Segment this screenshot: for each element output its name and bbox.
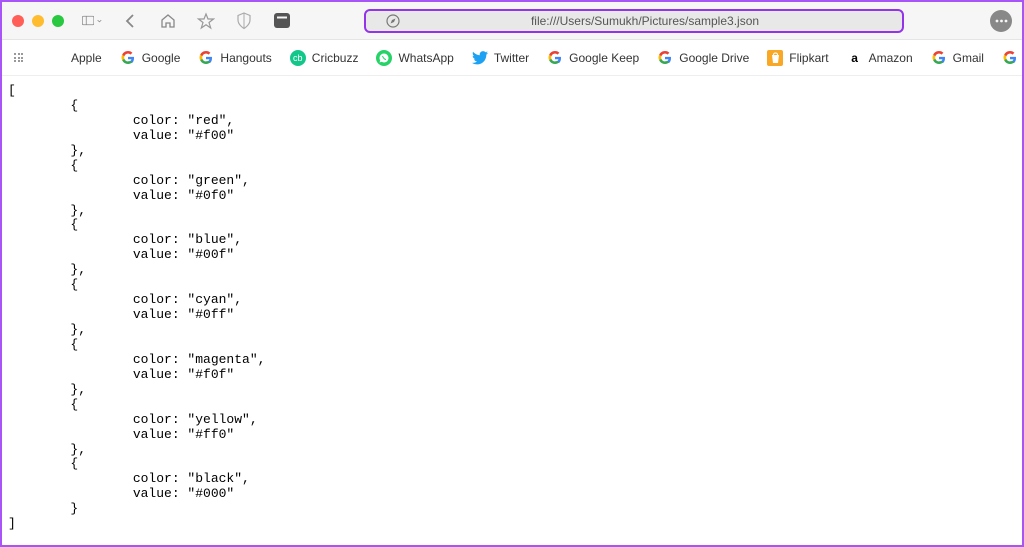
maximize-window-button[interactable]: [52, 15, 64, 27]
cricbuzz-icon: cb: [290, 50, 306, 66]
close-window-button[interactable]: [12, 15, 24, 27]
window-controls: [12, 15, 64, 27]
bookmark-google-keep[interactable]: Google Keep: [547, 50, 639, 66]
google-icon: [931, 50, 947, 66]
google-icon: [547, 50, 563, 66]
amazon-icon: a: [847, 50, 863, 66]
sidebar-toggle-icon[interactable]: [82, 11, 102, 31]
bookmark-google[interactable]: Google: [120, 50, 181, 66]
bookmark-apple[interactable]: Apple: [49, 50, 102, 66]
back-button-icon[interactable]: [120, 11, 140, 31]
apple-icon: [49, 50, 65, 66]
shield-icon[interactable]: [234, 11, 254, 31]
bookmark-label: WhatsApp: [398, 51, 453, 65]
compass-icon: [386, 14, 400, 28]
home-icon[interactable]: [158, 11, 178, 31]
flipkart-icon: [767, 50, 783, 66]
address-bar-container: file:///Users/Sumukh/Pictures/sample3.js…: [292, 9, 976, 33]
tab-overview-icon[interactable]: [272, 11, 292, 31]
bookmark-gmail[interactable]: Gmail: [931, 50, 984, 66]
google-icon: [657, 50, 673, 66]
bookmark-label: Twitter: [494, 51, 529, 65]
bookmark-label: Hangouts: [220, 51, 271, 65]
bookmark-label: Gmail: [953, 51, 984, 65]
json-content: [ { color: "red", value: "#f00" }, { col…: [2, 76, 1022, 540]
bookmark-amazon[interactable]: a Amazon: [847, 50, 913, 66]
google-icon: [1002, 50, 1018, 66]
bookmark-label: Flipkart: [789, 51, 828, 65]
apps-grid-icon[interactable]: [14, 53, 23, 62]
google-icon: [120, 50, 136, 66]
url-text: file:///Users/Sumukh/Pictures/sample3.js…: [408, 14, 882, 28]
bookmark-label: Google Drive: [679, 51, 749, 65]
bookmark-label: Google Keep: [569, 51, 639, 65]
bookmark-flipkart[interactable]: Flipkart: [767, 50, 828, 66]
bookmark-hangouts[interactable]: Hangouts: [198, 50, 271, 66]
bookmarks-bar: Apple Google Hangouts cb Cricbuzz WhatsA…: [2, 40, 1022, 76]
bookmark-label: Amazon: [869, 51, 913, 65]
bookmark-google-docs[interactable]: Google Docs: [1002, 50, 1024, 66]
bookmark-cricbuzz[interactable]: cb Cricbuzz: [290, 50, 359, 66]
bookmark-twitter[interactable]: Twitter: [472, 50, 529, 66]
bookmark-label: Google: [142, 51, 181, 65]
bookmark-whatsapp[interactable]: WhatsApp: [376, 50, 453, 66]
twitter-icon: [472, 50, 488, 66]
star-icon[interactable]: [196, 11, 216, 31]
address-bar[interactable]: file:///Users/Sumukh/Pictures/sample3.js…: [364, 9, 904, 33]
bookmark-google-drive[interactable]: Google Drive: [657, 50, 749, 66]
whatsapp-icon: [376, 50, 392, 66]
bookmark-label: Cricbuzz: [312, 51, 359, 65]
google-icon: [198, 50, 214, 66]
toolbar-icon-group: [82, 11, 292, 31]
more-button[interactable]: [990, 10, 1012, 32]
minimize-window-button[interactable]: [32, 15, 44, 27]
browser-toolbar: file:///Users/Sumukh/Pictures/sample3.js…: [2, 2, 1022, 40]
bookmark-label: Apple: [71, 51, 102, 65]
